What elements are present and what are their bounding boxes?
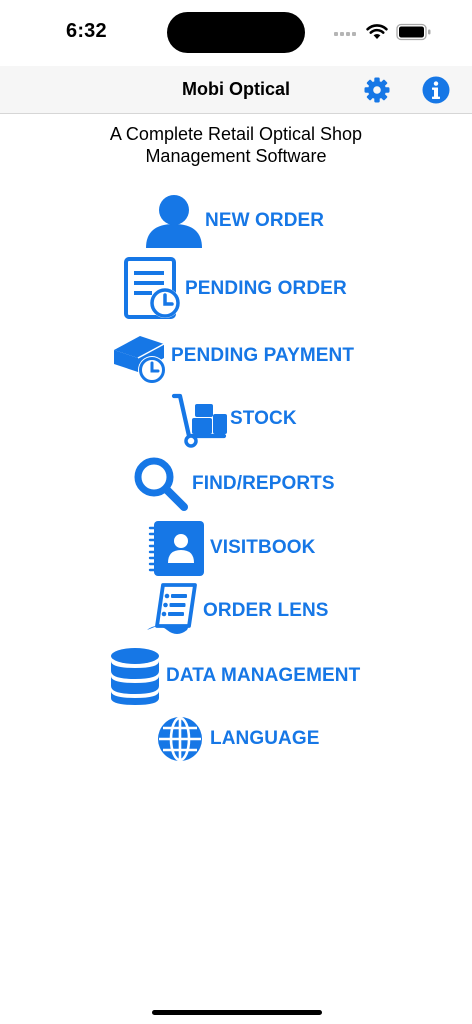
new-order-button[interactable]: NEW ORDER	[145, 194, 324, 248]
menu-label-new-order: NEW ORDER	[205, 210, 325, 231]
money-clock-icon	[114, 336, 166, 384]
status-bar: 6:32	[0, 0, 472, 66]
status-time: 6:32	[66, 20, 107, 42]
dynamic-island	[167, 12, 305, 53]
menu-label-pending-order: PENDING ORDER	[185, 278, 347, 299]
person-icon	[146, 195, 202, 248]
data-management-button[interactable]: DATA MANAGEMENT	[109, 646, 360, 706]
menu-label-data-management: DATA MANAGEMENT	[166, 665, 361, 686]
visitbook-button[interactable]: VISITBOOK	[148, 518, 315, 578]
info-button[interactable]	[421, 75, 451, 105]
battery-icon	[396, 23, 431, 41]
magnifier-icon	[134, 457, 188, 511]
receipt-list-icon	[147, 583, 197, 634]
subtitle-line-2: Management Software	[145, 146, 327, 166]
nav-title: Mobi Optical	[182, 79, 290, 99]
hand-truck-icon	[171, 393, 227, 448]
contact-book-icon	[148, 521, 204, 576]
info-icon	[422, 76, 450, 104]
cellular-signal-icon	[334, 32, 356, 36]
find-reports-button[interactable]: FIND/REPORTS	[132, 455, 335, 513]
menu-label-order-lens: ORDER LENS	[203, 600, 329, 621]
menu-label-pending-payment: PENDING PAYMENT	[171, 345, 355, 366]
globe-icon	[158, 716, 202, 762]
menu-label-language: LANGUAGE	[210, 728, 320, 749]
stock-button[interactable]: STOCK	[170, 390, 297, 448]
subtitle-line-1: A Complete Retail Optical Shop	[109, 124, 363, 144]
pending-order-button[interactable]: PENDING ORDER	[123, 256, 347, 322]
menu-label-stock: STOCK	[230, 408, 297, 429]
database-icon	[111, 648, 159, 705]
menu-label-find-reports: FIND/REPORTS	[192, 473, 335, 494]
language-button[interactable]: LANGUAGE	[155, 714, 320, 764]
settings-button[interactable]	[362, 75, 392, 105]
navigation-bar: Mobi Optical	[0, 66, 472, 114]
order-lens-button[interactable]: ORDER LENS	[143, 582, 329, 640]
home-indicator[interactable]	[152, 1010, 322, 1015]
pending-payment-button[interactable]: PENDING PAYMENT	[112, 328, 354, 384]
gear-icon	[364, 77, 390, 103]
app-subtitle: A Complete Retail Optical Shop Managemen…	[0, 123, 472, 167]
menu-label-visitbook: VISITBOOK	[210, 537, 316, 558]
document-clock-icon	[124, 257, 180, 319]
wifi-icon	[366, 24, 388, 39]
